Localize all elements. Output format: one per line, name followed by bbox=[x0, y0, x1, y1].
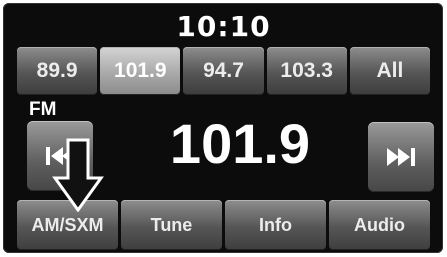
clock-time: 10:10 bbox=[176, 10, 271, 43]
tune-button[interactable]: Tune bbox=[121, 200, 222, 250]
preset-button-3[interactable]: 94.7 bbox=[183, 47, 264, 95]
info-button[interactable]: Info bbox=[225, 200, 326, 250]
seek-up-button[interactable] bbox=[368, 122, 434, 192]
current-frequency: 101.9 bbox=[169, 112, 311, 175]
preset-button-2[interactable]: 101.9 bbox=[100, 47, 181, 95]
audio-button[interactable]: Audio bbox=[329, 200, 430, 250]
seek-next-icon bbox=[387, 148, 415, 166]
all-presets-button[interactable]: All bbox=[349, 47, 431, 95]
preset-bar: 89.9 101.9 94.7 103.3 All bbox=[17, 47, 431, 95]
preset-button-4[interactable]: 103.3 bbox=[266, 47, 347, 95]
band-label: FM bbox=[29, 99, 57, 120]
preset-button-1[interactable]: 89.9 bbox=[17, 47, 98, 95]
down-arrow-icon bbox=[52, 138, 104, 212]
